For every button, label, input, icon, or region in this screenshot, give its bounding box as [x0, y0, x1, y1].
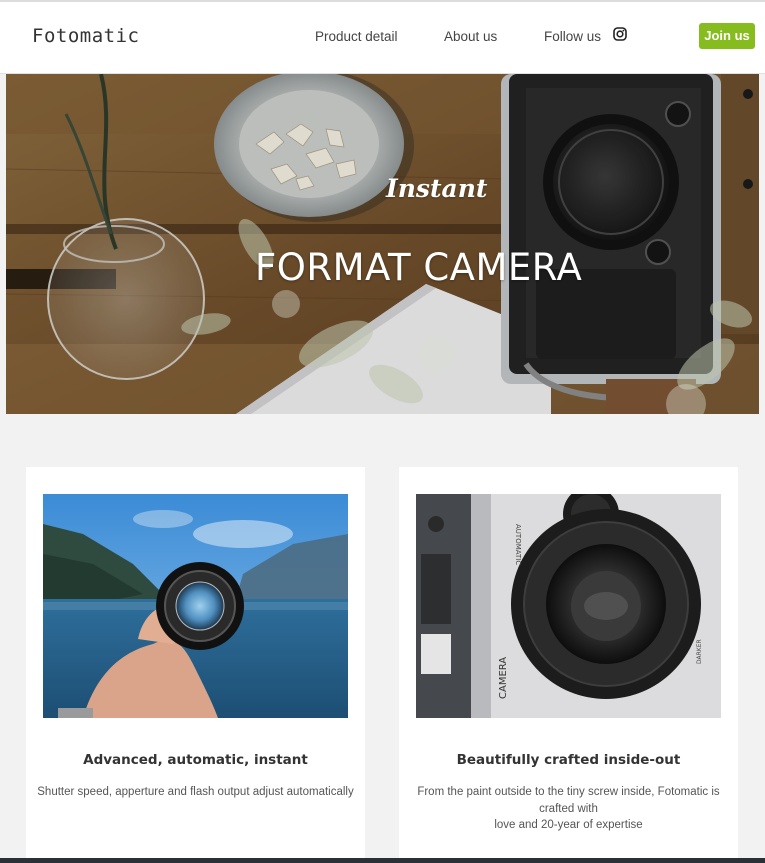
navbar: Fotomatic Product detail About us Follow…: [0, 2, 765, 74]
feature-card-automatic: Advanced, automatic, instant Shutter spe…: [26, 467, 365, 863]
hero-title: FORMAT CAMERA: [255, 246, 583, 289]
svg-text:AUTOMATIC: AUTOMATIC: [514, 524, 522, 565]
feature-description-line: From the paint outside to the tiny screw…: [417, 786, 720, 798]
hero-subtitle: Instant: [386, 174, 488, 203]
svg-text:DARKER: DARKER: [696, 639, 703, 664]
hero-banner: Instant FORMAT CAMERA: [6, 74, 759, 414]
hero-image: [6, 74, 759, 414]
window-bottom-edge: [0, 858, 765, 863]
feature-description-line: Shutter speed, apperture and flash outpu…: [37, 786, 354, 798]
feature-title: Advanced, automatic, instant: [83, 752, 308, 768]
page: Fotomatic Product detail About us Follow…: [0, 0, 765, 863]
feature-description-line: crafted with: [539, 802, 598, 815]
feature-card-crafted: CAMERA AUTOMATIC DARKER Beautifully craf…: [399, 467, 738, 863]
brand-logo[interactable]: Fotomatic: [32, 25, 139, 47]
feature-description: From the paint outside to the tiny screw…: [407, 784, 730, 834]
feature-description: Shutter speed, apperture and flash outpu…: [34, 784, 357, 801]
nav-link-product-detail[interactable]: Product detail: [315, 29, 398, 44]
nav-link-follow-us[interactable]: Follow us: [544, 29, 601, 44]
feature-title: Beautifully crafted inside-out: [456, 752, 681, 768]
feature-image-hand-lens: [43, 494, 348, 718]
feature-image-camera-lens: CAMERA AUTOMATIC DARKER: [416, 494, 721, 718]
svg-text:CAMERA: CAMERA: [498, 657, 509, 699]
instagram-icon[interactable]: [613, 27, 627, 41]
feature-description-line: love and 20-year of expertise: [494, 819, 643, 831]
nav-link-about-us[interactable]: About us: [444, 29, 497, 44]
page-right-gutter: [759, 74, 765, 858]
join-us-button[interactable]: Join us: [699, 23, 755, 49]
